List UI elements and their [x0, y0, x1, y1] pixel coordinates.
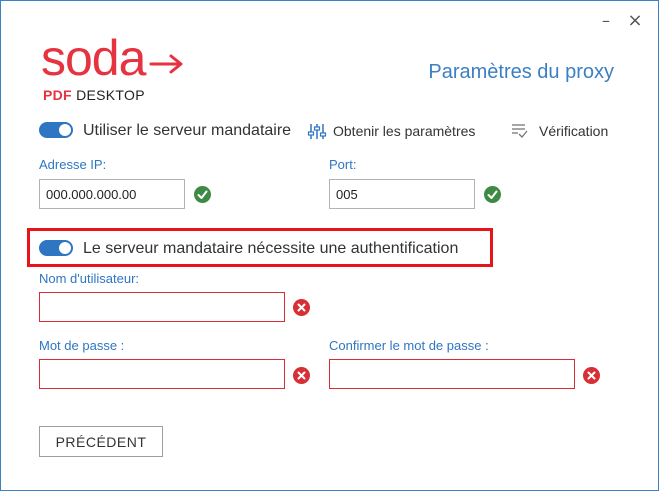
auth-required-label: Le serveur mandataire nécessite une auth… — [83, 240, 459, 257]
get-settings-button[interactable]: Obtenir les paramètres — [307, 121, 475, 141]
proxy-settings-window: – × soda PDF DESKTOP Paramètres du proxy… — [0, 0, 659, 491]
verify-list-icon — [512, 124, 528, 138]
logo-sub-desktop: DESKTOP — [76, 87, 145, 103]
ip-address-label: Adresse IP: — [39, 157, 107, 172]
logo-wordmark: soda — [41, 30, 146, 86]
use-proxy-label: Utiliser le serveur mandataire — [83, 122, 292, 139]
get-settings-label: Obtenir les paramètres — [333, 123, 476, 139]
logo-sub-pdf: PDF — [43, 87, 72, 103]
confirm-password-input[interactable] — [329, 359, 575, 389]
port-label: Port: — [329, 157, 357, 172]
confirm-password-error-icon — [583, 367, 600, 384]
verify-button[interactable]: Vérification — [511, 122, 608, 140]
ip-address-input[interactable] — [39, 179, 185, 209]
port-valid-check-icon — [484, 186, 501, 203]
logo-subtitle: PDF DESKTOP — [43, 87, 145, 103]
toggle-knob — [59, 242, 71, 254]
sliders-icon — [307, 124, 327, 139]
verify-label: Vérification — [539, 123, 609, 139]
previous-button[interactable]: PRÉCÉDENT — [39, 426, 163, 457]
close-button[interactable]: × — [625, 11, 645, 31]
ip-valid-check-icon — [194, 186, 211, 203]
username-label: Nom d'utilisateur: — [39, 271, 140, 286]
confirm-password-label: Confirmer le mot de passe : — [329, 338, 489, 353]
toggle-knob — [59, 124, 71, 136]
username-input[interactable] — [39, 292, 285, 322]
port-input[interactable] — [329, 179, 475, 209]
minimize-icon: – — [602, 11, 610, 30]
password-label: Mot de passe : — [39, 338, 125, 353]
password-error-icon — [293, 367, 310, 384]
auth-required-toggle[interactable] — [39, 240, 73, 256]
use-proxy-toggle[interactable] — [39, 122, 73, 138]
logo-arrow-icon — [149, 54, 183, 74]
close-icon: × — [627, 10, 643, 31]
minimize-button[interactable]: – — [596, 11, 616, 31]
password-input[interactable] — [39, 359, 285, 389]
username-error-icon — [293, 299, 310, 316]
page-title: Paramètres du proxy — [428, 61, 614, 83]
